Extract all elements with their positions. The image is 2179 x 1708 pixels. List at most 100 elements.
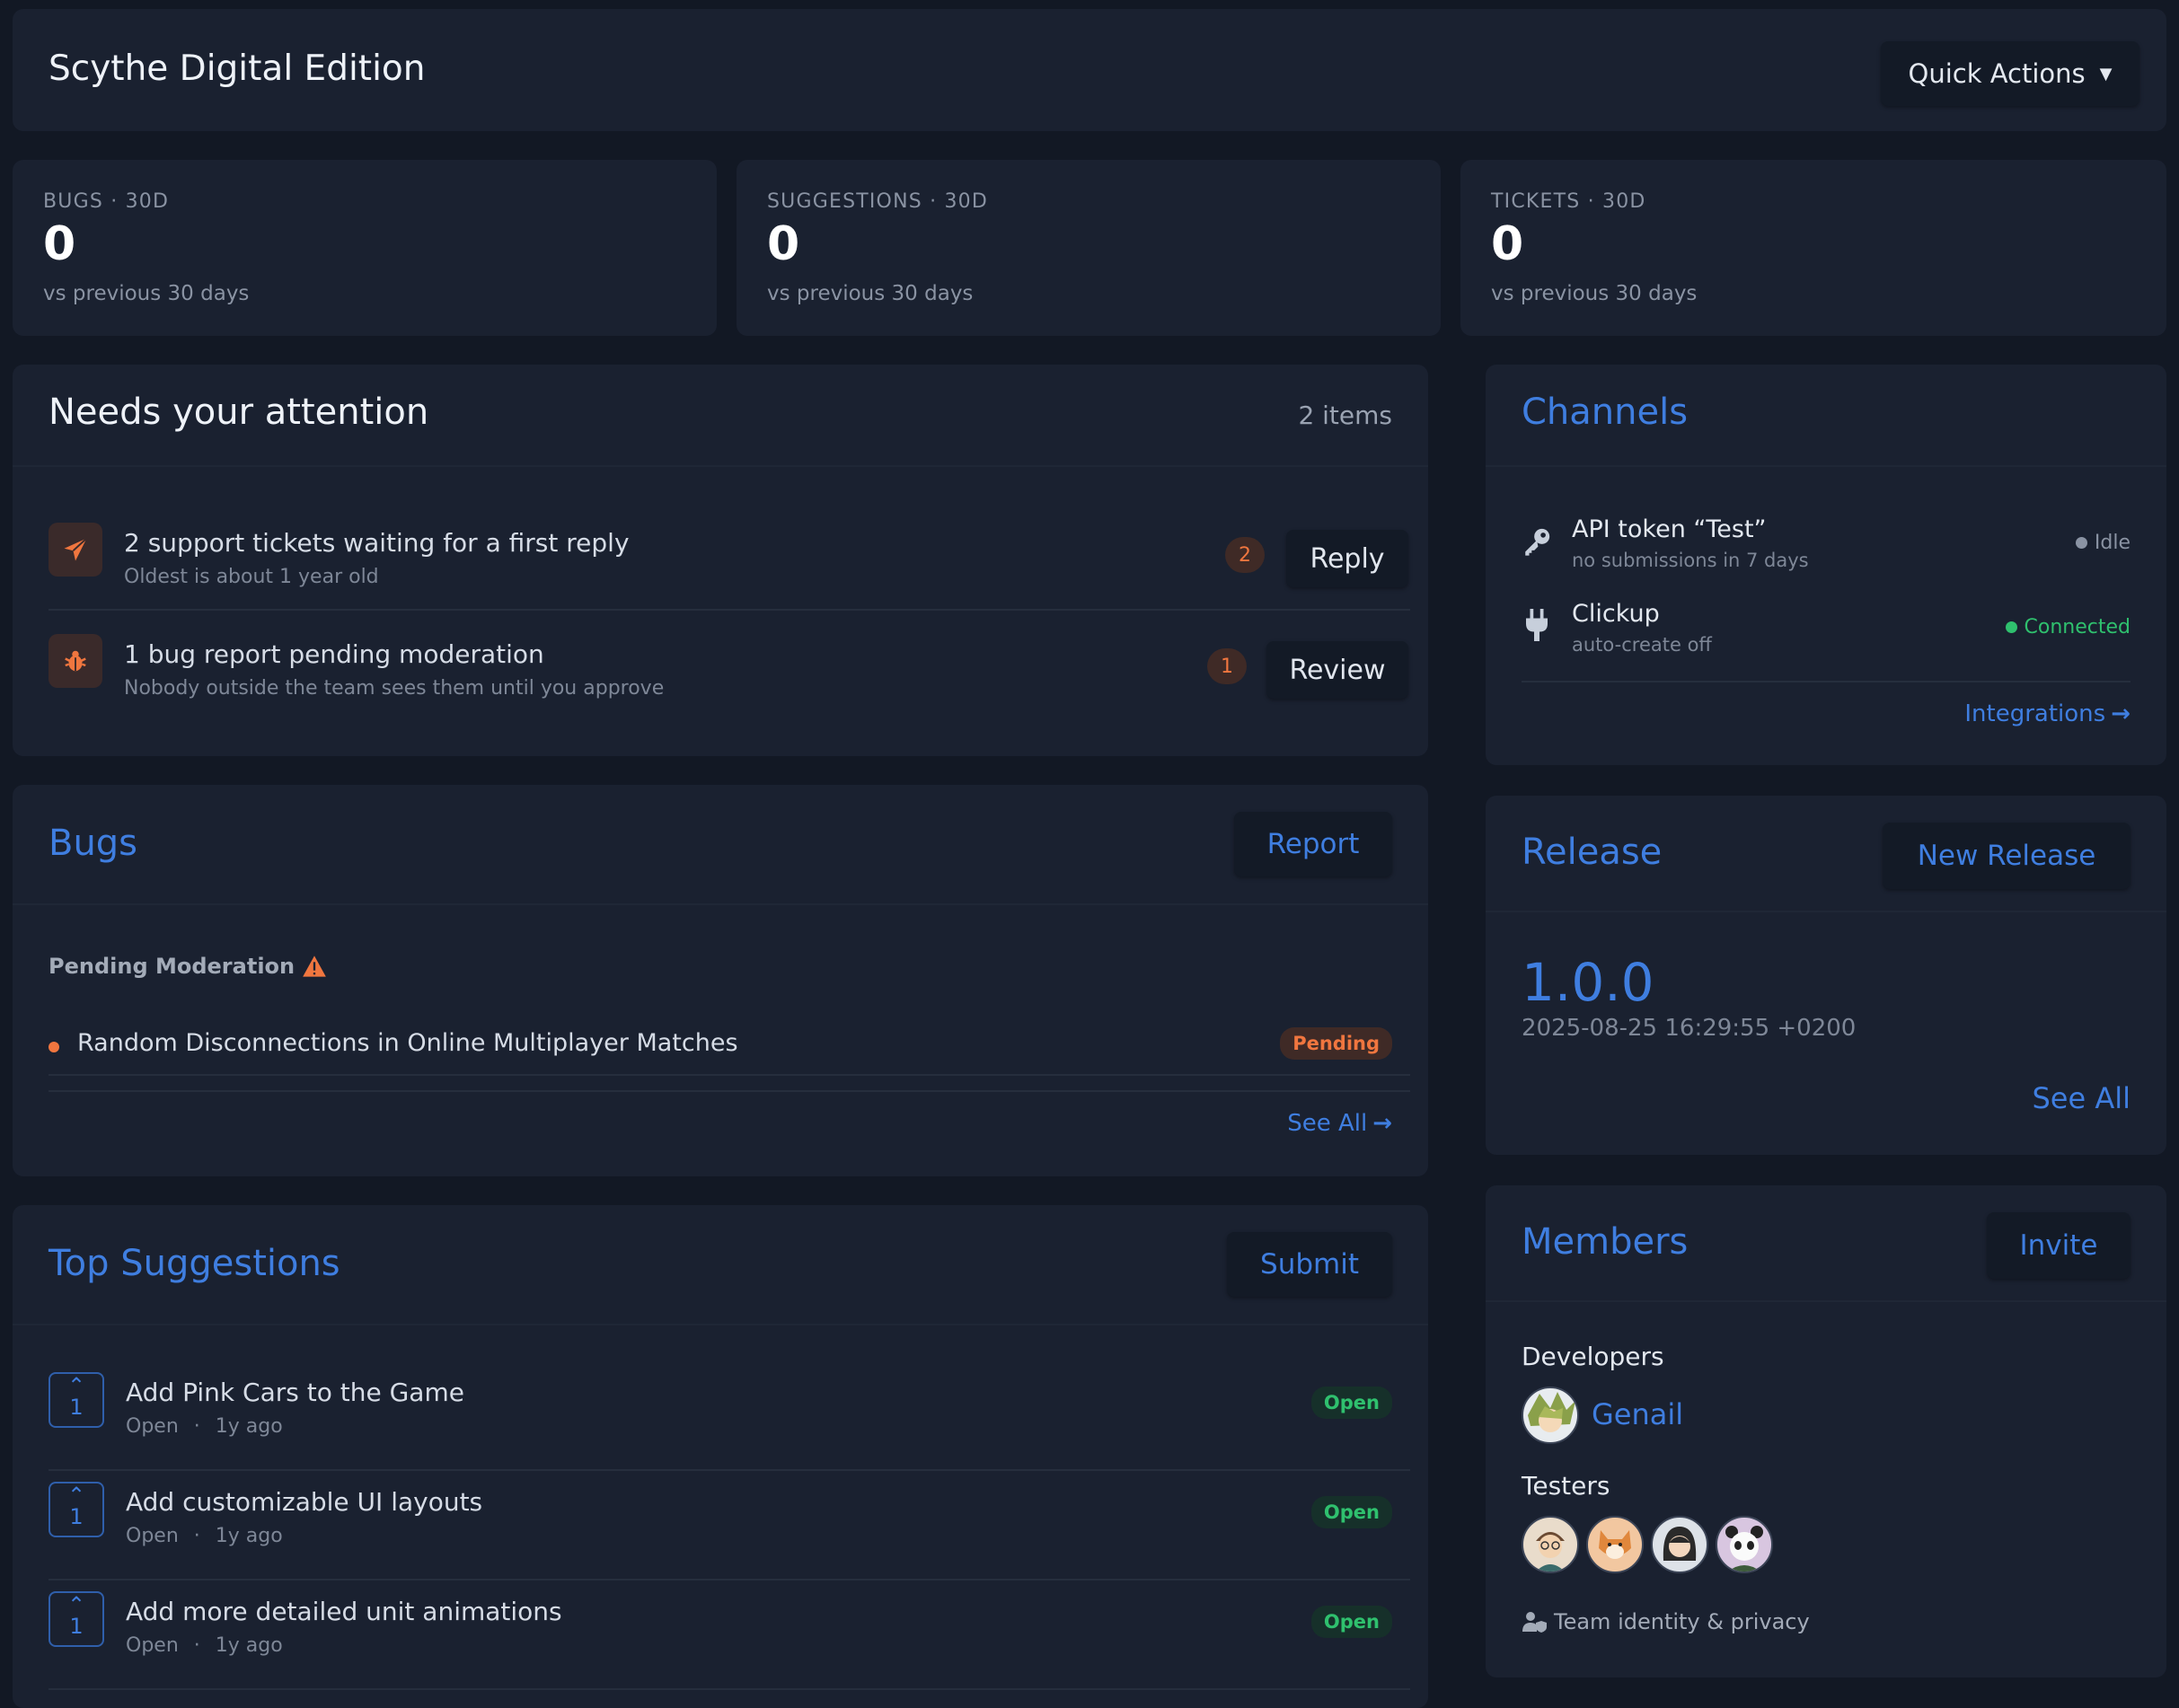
avatar-illustration: [1725, 1526, 1763, 1572]
divider: [1486, 465, 2166, 467]
bug-list-item[interactable]: Random Disconnections in Online Multipla…: [49, 1027, 1392, 1079]
channel-sub: auto-create off: [1572, 634, 1712, 656]
open-badge: Open: [1310, 1606, 1392, 1638]
chevron-up-icon: ⌃: [66, 1373, 86, 1398]
suggestion-status: Open: [126, 1525, 179, 1547]
suggestion-item[interactable]: ⌃ 1 Add more detailed unit animations Op…: [13, 1586, 1428, 1694]
status-connected: Connected: [2005, 616, 2130, 638]
suggestion-item[interactable]: ⌃ 1 Add Pink Cars to the Game Open · 1y …: [13, 1367, 1428, 1475]
header-bar: Scythe Digital Edition Quick Actions ▼: [13, 9, 2166, 131]
divider: [49, 1090, 1410, 1092]
suggestion-title: Add more detailed unit animations: [126, 1597, 562, 1626]
attention-item-title: 1 bug report pending moderation: [124, 639, 544, 669]
developer-avatar[interactable]: [1522, 1387, 1579, 1444]
divider: [13, 1324, 1428, 1325]
quick-actions-button[interactable]: Quick Actions ▼: [1881, 41, 2139, 106]
plug-icon: [1526, 609, 1548, 641]
tester-avatar-glasses[interactable]: [1522, 1516, 1579, 1573]
team-privacy-link[interactable]: Team identity & privacy: [1522, 1609, 1810, 1634]
tester-avatar-panda[interactable]: [1716, 1516, 1773, 1573]
review-button[interactable]: Review: [1266, 641, 1408, 699]
upvote-button[interactable]: ⌃ 1: [49, 1482, 104, 1537]
privacy-label: Team identity & privacy: [1554, 1609, 1810, 1634]
stat-value: 0: [767, 217, 800, 271]
integrations-link[interactable]: Integrations →: [1964, 700, 2130, 727]
count-badge: 2: [1225, 537, 1265, 573]
suggestion-age: 1y ago: [215, 1525, 283, 1547]
report-button[interactable]: Report: [1234, 812, 1392, 876]
attention-item-title: 2 support tickets waiting for a first re…: [124, 528, 630, 558]
suggestion-status: Open: [126, 1415, 179, 1438]
developer-name[interactable]: Genail: [1592, 1397, 1683, 1431]
vote-count: 1: [69, 1504, 84, 1529]
bugs-card: Bugs Report Pending Moderation Random Di…: [13, 785, 1428, 1176]
channel-item[interactable]: Clickup auto-create off Connected: [1522, 596, 2130, 659]
divider: [49, 1469, 1410, 1471]
invite-button[interactable]: Invite: [1987, 1212, 2130, 1279]
divider: [13, 903, 1428, 905]
arrow-right-icon: →: [2111, 700, 2130, 727]
page-title: Scythe Digital Edition: [49, 48, 426, 89]
reply-button[interactable]: Reply: [1286, 530, 1408, 587]
stat-sub: vs previous 30 days: [1491, 282, 1698, 305]
members-title: Members: [1522, 1221, 1689, 1263]
count-badge: 1: [1207, 648, 1247, 684]
suggestion-age: 1y ago: [215, 1415, 283, 1438]
submit-button[interactable]: Submit: [1227, 1232, 1392, 1297]
stat-value: 0: [43, 217, 76, 271]
attention-item-sub: Oldest is about 1 year old: [124, 566, 379, 588]
attention-title: Needs your attention: [49, 392, 429, 433]
tester-avatar-shiba[interactable]: [1586, 1516, 1644, 1573]
stat-value: 0: [1491, 217, 1524, 271]
suggestion-item[interactable]: ⌃ 1 Add customizable UI layouts Open · 1…: [13, 1476, 1428, 1584]
stat-label: SUGGESTIONS · 30D: [767, 190, 989, 213]
channel-item[interactable]: API token “Test” no submissions in 7 day…: [1522, 512, 2130, 575]
pending-badge: Pending: [1280, 1027, 1392, 1060]
channel-name: API token “Test”: [1572, 515, 1767, 543]
vote-count: 1: [69, 1395, 84, 1420]
testers-label: Testers: [1522, 1471, 1610, 1501]
open-badge: Open: [1310, 1496, 1392, 1528]
meta-separator: ·: [193, 1634, 200, 1657]
status-label: Idle: [2094, 532, 2130, 554]
avatar-illustration: [1536, 1532, 1565, 1572]
chevron-up-icon: ⌃: [66, 1592, 86, 1617]
suggestion-title: Add customizable UI layouts: [126, 1487, 483, 1517]
upvote-button[interactable]: ⌃ 1: [49, 1372, 104, 1428]
release-version[interactable]: 1.0.0: [1522, 952, 1654, 1013]
channels-card: Channels API token “Test” no submissions…: [1486, 365, 2166, 765]
status-dot: [2075, 537, 2087, 549]
status-label: Connected: [2024, 616, 2130, 638]
upvote-button[interactable]: ⌃ 1: [49, 1591, 104, 1647]
stat-card-tickets: TICKETS · 30D 0 vs previous 30 days: [1460, 160, 2166, 336]
release-title: Release: [1522, 832, 1663, 873]
channels-title: Channels: [1522, 392, 1689, 433]
attention-card: Needs your attention 2 items 2 support t…: [13, 365, 1428, 756]
divider: [1486, 1300, 2166, 1302]
status-dot: [2005, 621, 2017, 633]
meta-separator: ·: [193, 1415, 200, 1438]
release-card: Release New Release 1.0.0 2025-08-25 16:…: [1486, 796, 2166, 1155]
stat-card-suggestions: SUGGESTIONS · 30D 0 vs previous 30 days: [737, 160, 1441, 336]
suggestion-meta: Open · 1y ago: [126, 1525, 283, 1547]
stat-sub: vs previous 30 days: [767, 282, 974, 305]
channel-sub: no submissions in 7 days: [1572, 550, 1809, 571]
warning-icon: [303, 955, 326, 977]
divider: [49, 1074, 1410, 1076]
status-dot: [49, 1042, 59, 1052]
arrow-right-icon: →: [1372, 1110, 1392, 1137]
suggestion-status: Open: [126, 1634, 179, 1657]
suggestion-age: 1y ago: [215, 1634, 283, 1657]
divider: [49, 1688, 1410, 1690]
tester-avatar-girl[interactable]: [1651, 1516, 1708, 1573]
bugs-title: Bugs: [49, 823, 138, 864]
open-badge: Open: [1310, 1387, 1392, 1419]
bugs-see-all-link[interactable]: See All →: [1287, 1110, 1392, 1137]
divider: [13, 465, 1428, 467]
new-release-button[interactable]: New Release: [1883, 823, 2130, 889]
integrations-label: Integrations: [1964, 700, 2106, 727]
divider: [1486, 911, 2166, 912]
release-date: 2025-08-25 16:29:55 +0200: [1522, 1015, 1857, 1042]
release-see-all-link[interactable]: See All: [2032, 1081, 2130, 1115]
paper-plane-icon: [49, 523, 102, 577]
